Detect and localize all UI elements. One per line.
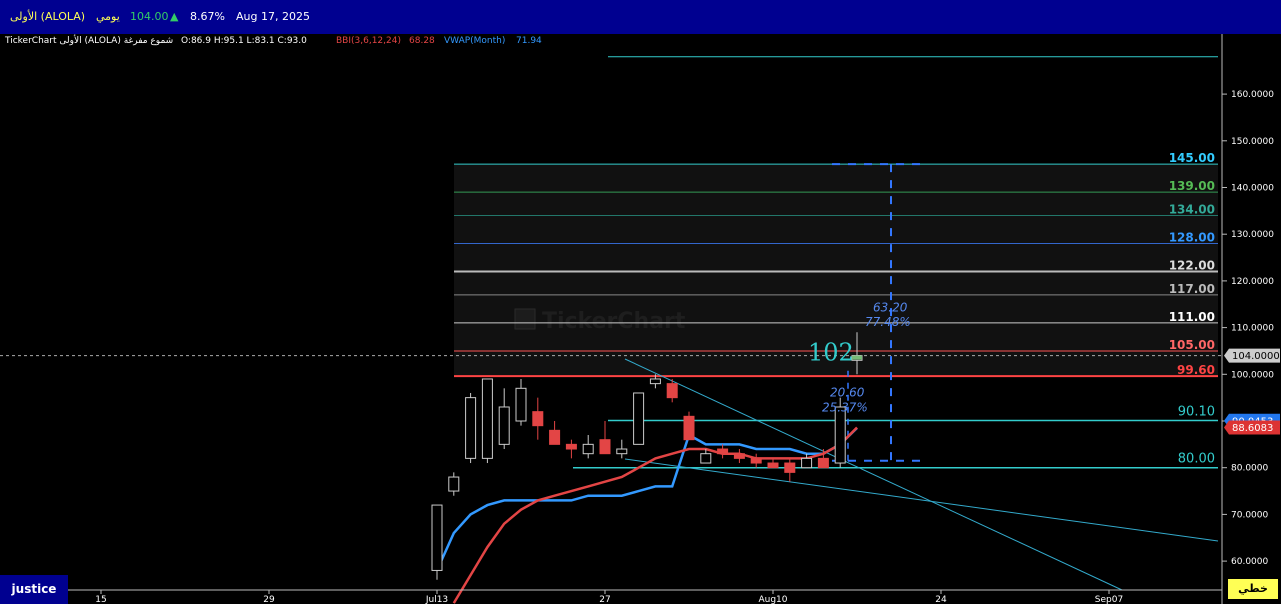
candle-body: [582, 443, 594, 455]
candle-body: [448, 476, 460, 492]
series-line: [452, 426, 858, 604]
symbol-name[interactable]: الأولى (ALOLA): [10, 10, 85, 23]
candle-body: [784, 462, 796, 473]
candle-body: [834, 406, 846, 464]
period-label[interactable]: يومي: [96, 10, 120, 23]
y-tick-label: 150.0000: [1231, 137, 1274, 147]
top-bar: الأولى (ALOLA) يومي 104.00 ▲ 8.67% Aug 1…: [0, 0, 1281, 34]
user-badge[interactable]: justice: [0, 575, 68, 604]
candle-body: [817, 457, 829, 469]
bbi-badge: 88.6083: [1232, 423, 1273, 434]
candle-body: [750, 457, 762, 464]
trend-line-down: [624, 358, 1123, 591]
candle-body: [498, 406, 510, 445]
measure-label-top: 63.20: [873, 300, 908, 314]
y-tick-label: 70.0000: [1231, 510, 1268, 520]
change-percent: 8.67%: [190, 10, 225, 23]
candle-body: [431, 504, 443, 571]
y-tick-label: 120.0000: [1231, 277, 1274, 287]
level-label: 122.00: [1169, 259, 1215, 273]
level-label: 145.00: [1169, 151, 1215, 165]
trend-line-lower: [624, 458, 1219, 542]
candle-body: [549, 429, 561, 445]
candle-body: [599, 439, 611, 455]
chart-mode-button[interactable]: خطي: [1228, 579, 1278, 599]
candle-body: [515, 387, 527, 422]
candle-body: [633, 392, 645, 445]
candle-body: [481, 378, 493, 459]
series-line: [435, 427, 858, 571]
candle-body: [649, 378, 661, 385]
candle-body: [733, 453, 745, 459]
level-label: 99.60: [1177, 363, 1215, 377]
y-tick-label: 110.0000: [1231, 324, 1274, 334]
last-price: 104.00: [130, 10, 169, 23]
candle-body: [532, 411, 544, 427]
measure-pct-top: 77.48%: [865, 315, 911, 329]
x-tick-label: Sep07: [1095, 595, 1123, 604]
y-tick-label: 140.0000: [1231, 184, 1274, 194]
y-tick-label: 60.0000: [1231, 557, 1268, 567]
candle-body: [700, 453, 712, 464]
big-number-label: 102: [808, 338, 854, 366]
level-label: 128.00: [1169, 231, 1215, 245]
level-label: 117.00: [1169, 282, 1215, 296]
watermark-text: TickerChart: [542, 309, 686, 334]
candle-body: [801, 457, 813, 469]
candle-body: [565, 443, 577, 450]
current-price-badge: 104.0000: [1232, 351, 1280, 362]
candle-body: [767, 462, 779, 469]
support-label: 80.00: [1178, 452, 1215, 467]
candle-body: [683, 415, 695, 441]
candle-body: [666, 383, 678, 399]
support-label: 90.10: [1178, 405, 1215, 420]
measure-label-mid: 20.60: [830, 386, 865, 400]
measure-pct-mid: 25.37%: [822, 401, 868, 415]
x-tick-label: 24: [935, 595, 947, 604]
candle-body: [465, 397, 477, 459]
level-label: 139.00: [1169, 179, 1215, 193]
last-date: Aug 17, 2025: [236, 10, 310, 23]
y-tick-label: 80.0000: [1231, 464, 1268, 474]
x-tick-label: 27: [599, 595, 610, 604]
y-tick-label: 130.0000: [1231, 230, 1274, 240]
level-label: 105.00: [1169, 338, 1215, 352]
level-label: 134.00: [1169, 203, 1215, 217]
price-chart[interactable]: TickerChart 145.00 139.00 134.00 128.00 122.…: [0, 34, 1281, 604]
candle-body: [616, 448, 628, 455]
candle-body: [717, 448, 729, 455]
x-tick-label: Jul13: [425, 595, 448, 604]
y-tick-label: 160.0000: [1231, 90, 1274, 100]
x-tick-label: Aug10: [758, 595, 787, 604]
x-tick-label: 15: [95, 595, 106, 604]
level-label: 111.00: [1169, 310, 1215, 324]
watermark-logo: [514, 308, 536, 330]
y-tick-label: 100.0000: [1231, 370, 1274, 380]
x-tick-label: 29: [263, 595, 275, 604]
up-arrow-icon: ▲: [170, 10, 179, 23]
